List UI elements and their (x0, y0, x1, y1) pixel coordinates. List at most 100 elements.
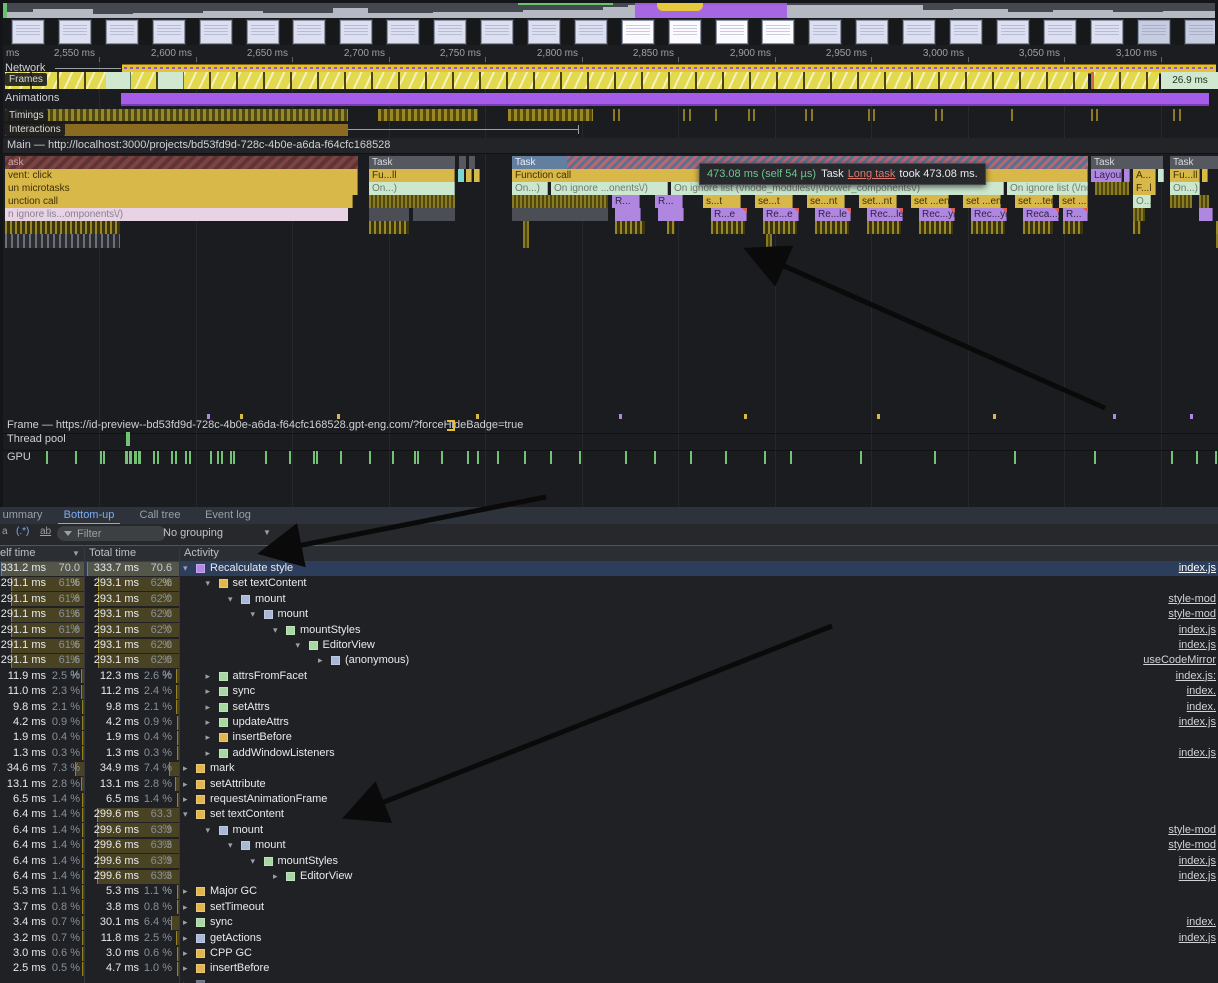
expand-icon[interactable]: ▸ (183, 900, 188, 915)
flame-event[interactable]: s...t (703, 195, 741, 208)
source-link[interactable]: index.js (1179, 931, 1216, 946)
flame-event[interactable] (369, 208, 409, 221)
screenshot-thumbnail[interactable] (950, 20, 982, 44)
collapse-icon[interactable]: ▾ (183, 561, 188, 576)
table-row[interactable]: 2.5 ms0.5 %4.7 ms1.0 %▸insertBefore (0, 961, 1218, 976)
time-ruler[interactable]: ms2,550 ms2,600 ms2,650 ms2,700 ms2,750 … (3, 45, 1218, 63)
tab-bottom-up[interactable]: Bottom-up (58, 507, 120, 525)
flame-event[interactable]: On...) (369, 182, 455, 195)
flame-event[interactable] (667, 221, 675, 234)
source-link[interactable]: useCodeMirror (1143, 653, 1216, 668)
flame-event[interactable]: Task (1170, 156, 1218, 169)
expand-icon[interactable]: ▸ (183, 946, 188, 961)
flame-event[interactable] (1133, 208, 1145, 221)
activity-label[interactable]: setAttrs (233, 700, 270, 715)
activity-label[interactable]: Recalculate style (210, 561, 293, 576)
flame-event[interactable] (369, 221, 409, 234)
flame-event[interactable] (919, 221, 953, 234)
activity-label[interactable]: mark (210, 761, 234, 776)
flame-event[interactable]: se...t (755, 195, 793, 208)
flame-event[interactable] (512, 195, 608, 208)
source-link[interactable]: style-mod (1168, 823, 1216, 838)
match-case-icon[interactable]: a (2, 526, 8, 537)
flame-event[interactable]: unction call (5, 195, 353, 208)
flame-event[interactable] (413, 208, 455, 221)
source-link[interactable]: index.js (1179, 623, 1216, 638)
flame-event[interactable] (459, 156, 466, 169)
animations-track-bar[interactable] (121, 93, 1209, 106)
flame-event[interactable]: set ...ent (963, 195, 1001, 208)
activity-label[interactable]: updateAttrs (233, 715, 289, 730)
flame-event[interactable]: F...l (1133, 182, 1156, 195)
screenshot-thumbnail[interactable] (340, 20, 372, 44)
flame-event[interactable] (1095, 182, 1129, 195)
col-total-time[interactable]: Total time (89, 547, 136, 559)
flame-event[interactable] (474, 169, 480, 182)
table-row[interactable]: 1.3 ms0.3 %1.3 ms0.3 %▸addWindowListener… (0, 746, 1218, 761)
table-row[interactable]: 5.3 ms1.1 %5.3 ms1.1 %▸Major GC (0, 884, 1218, 899)
flame-event[interactable]: On...) (1170, 182, 1200, 195)
activity-label[interactable]: set textContent (210, 807, 284, 822)
table-row[interactable]: 291.1 ms61.6 %293.1 ms62.0 %▸(anonymous)… (0, 653, 1218, 668)
flame-event[interactable]: Task (369, 156, 455, 169)
flame-event[interactable]: se...nt (807, 195, 845, 208)
flame-event[interactable]: R... (1063, 208, 1088, 221)
screenshot-thumbnail[interactable] (997, 20, 1029, 44)
flame-event[interactable] (1199, 195, 1209, 208)
table-row[interactable]: 291.1 ms61.6 %293.1 ms62.0 %▾mountStyles… (0, 623, 1218, 638)
expand-icon[interactable]: ▸ (183, 761, 188, 776)
grouping-caret-icon[interactable]: ▼ (263, 528, 271, 537)
activity-label[interactable]: EditorView (323, 638, 375, 653)
screenshot-thumbnail[interactable] (1138, 20, 1170, 44)
interactions-track-label[interactable]: Interactions (5, 123, 65, 136)
activity-label[interactable]: mount (255, 838, 286, 853)
flame-event[interactable]: set ... (1059, 195, 1088, 208)
screenshot-thumbnail[interactable] (809, 20, 841, 44)
timings-track-label[interactable]: Timings (5, 109, 48, 122)
flame-event[interactable]: O... (1133, 195, 1151, 208)
screenshot-thumbnail[interactable] (669, 20, 701, 44)
flame-event[interactable] (1202, 169, 1208, 182)
flame-event[interactable]: A... (1133, 169, 1156, 182)
collapse-icon[interactable]: ▾ (228, 838, 233, 853)
flame-event[interactable]: set ...ent (911, 195, 949, 208)
flame-event[interactable] (615, 208, 641, 221)
table-row[interactable]: 1.9 ms0.4 %1.9 ms0.4 %▸insertBefore (0, 730, 1218, 745)
activity-label[interactable]: insertBefore (210, 961, 269, 976)
activity-label[interactable]: Major GC (210, 884, 257, 899)
activity-label[interactable]: EditorView (300, 869, 352, 884)
flame-event[interactable]: ask (5, 156, 358, 169)
table-row[interactable]: 6.4 ms1.4 %299.6 ms63.3 %▾mountStylesind… (0, 854, 1218, 869)
flame-event[interactable]: Fu...ll (369, 169, 455, 182)
flame-event[interactable]: Task (1091, 156, 1163, 169)
flame-event[interactable]: Rec...yle (919, 208, 955, 221)
screenshot-thumbnail[interactable] (106, 20, 138, 44)
flame-event[interactable]: n ignore lis...omponents\/) (5, 208, 348, 221)
screenshot-thumbnail[interactable] (528, 20, 560, 44)
screenshot-thumbnail[interactable] (200, 20, 232, 44)
expand-icon[interactable]: ▸ (273, 869, 278, 884)
screenshot-thumbnail[interactable] (1044, 20, 1076, 44)
table-row[interactable]: 6.5 ms1.4 %6.5 ms1.4 %▸requestAnimationF… (0, 792, 1218, 807)
column-divider[interactable] (179, 545, 180, 983)
activity-label[interactable]: sync (210, 915, 233, 930)
filter-input[interactable]: Filter (57, 526, 166, 541)
table-row[interactable]: 3.0 ms0.6 %3.0 ms0.6 %▸CPP GC (0, 946, 1218, 961)
flame-event[interactable] (5, 221, 120, 234)
table-row[interactable]: 6.4 ms1.4 %299.6 ms63.3 %▾set textConten… (0, 807, 1218, 822)
screenshot-thumbnail[interactable] (59, 20, 91, 44)
flame-event[interactable] (867, 221, 901, 234)
activity-label[interactable]: (anonymous) (345, 653, 409, 668)
table-row[interactable]: 11.9 ms2.5 %12.3 ms2.6 %▸attrsFromFaceti… (0, 669, 1218, 684)
flame-event[interactable] (523, 221, 529, 234)
screenshot-thumbnail[interactable] (247, 20, 279, 44)
animations-track-label[interactable]: Animations (5, 92, 59, 104)
collapse-icon[interactable]: ▾ (228, 592, 233, 607)
collapse-icon[interactable]: ▾ (206, 576, 211, 591)
frames-track-frame[interactable] (184, 72, 1088, 89)
screenshot-thumbnail[interactable] (481, 20, 513, 44)
source-link[interactable]: index.js (1179, 715, 1216, 730)
flame-event[interactable]: set...nt (859, 195, 897, 208)
col-activity[interactable]: Activity (184, 547, 219, 559)
match-word-icon[interactable]: ab (40, 526, 51, 537)
